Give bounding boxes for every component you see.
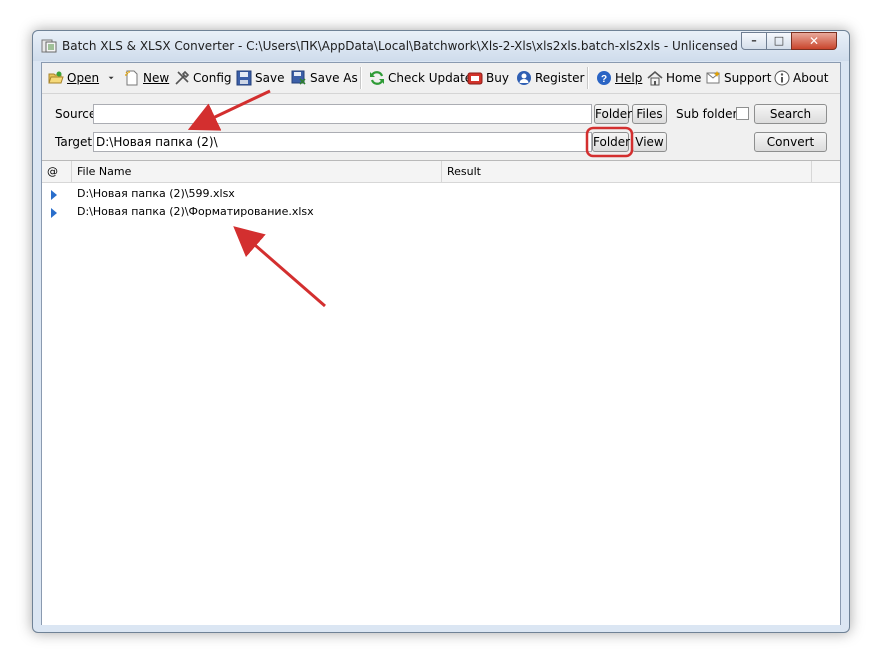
tools-icon xyxy=(175,70,190,85)
row-indicator-icon xyxy=(51,208,57,218)
options-panel: Source Folder Files Sub folders Search T… xyxy=(42,94,840,160)
toolbar-separator xyxy=(587,67,589,89)
help-icon: ? xyxy=(597,71,611,85)
window-title: Batch XLS & XLSX Converter - C:\Users\ПК… xyxy=(62,39,738,53)
save-as-button[interactable]: Save As xyxy=(291,69,358,87)
save-label: Save xyxy=(255,71,285,85)
config-label: Config xyxy=(193,71,232,85)
close-button[interactable]: ✕ xyxy=(791,32,837,50)
app-window: Batch XLS & XLSX Converter - C:\Users\ПК… xyxy=(32,30,850,633)
open-folder-icon xyxy=(48,71,64,84)
minimize-button[interactable]: – xyxy=(741,32,767,50)
row-indicator-icon xyxy=(51,190,57,200)
open-button[interactable]: Open xyxy=(48,69,99,87)
register-button[interactable]: Register xyxy=(516,69,584,87)
close-icon: ✕ xyxy=(808,34,820,48)
save-button[interactable]: Save xyxy=(236,69,284,87)
file-name-cell: D:\Новая папка (2)\599.xlsx xyxy=(77,187,235,200)
open-label: Open xyxy=(67,71,100,85)
user-icon xyxy=(517,71,531,85)
table-row[interactable]: D:\Новая папка (2)\Форматирование.xlsx xyxy=(42,204,840,222)
subfolders-checkbox[interactable] xyxy=(736,107,749,120)
new-button[interactable]: New xyxy=(124,69,169,87)
client-area: Open New Config Save Save As Check Updat… xyxy=(41,62,841,625)
convert-button[interactable]: Convert xyxy=(754,132,827,152)
column-header-result[interactable]: Result xyxy=(442,161,812,182)
info-icon xyxy=(774,70,790,86)
support-icon xyxy=(706,71,720,84)
save-as-label: Save As xyxy=(310,71,358,85)
file-list-header: @ File Name Result xyxy=(42,161,840,183)
source-folder-button[interactable]: Folder xyxy=(594,104,632,124)
title-bar[interactable]: Batch XLS & XLSX Converter - C:\Users\ПК… xyxy=(33,31,849,61)
help-label: Help xyxy=(615,71,643,85)
table-row[interactable]: D:\Новая папка (2)\599.xlsx xyxy=(42,186,840,204)
refresh-icon xyxy=(370,71,384,85)
maximize-button[interactable]: □ xyxy=(766,32,792,50)
buy-button[interactable]: Buy xyxy=(467,69,509,87)
svg-text:?: ? xyxy=(601,74,607,85)
target-folder-button[interactable]: Folder xyxy=(592,132,630,152)
target-input[interactable]: D:\Новая папка (2)\ xyxy=(93,132,592,152)
check-update-button[interactable]: Check Update xyxy=(369,69,472,87)
about-label: About xyxy=(793,71,829,85)
new-label: New xyxy=(143,71,170,85)
toolbar: Open New Config Save Save As Check Updat… xyxy=(42,63,840,94)
home-button[interactable]: Home xyxy=(647,69,701,87)
file-list[interactable]: @ File Name Result D:\Новая папка (2)\59… xyxy=(42,160,840,625)
home-label: Home xyxy=(666,71,702,85)
subfolders-label: Sub folders xyxy=(676,107,744,121)
check-update-label: Check Update xyxy=(388,71,473,85)
register-label: Register xyxy=(535,71,585,85)
toolbar-separator xyxy=(360,67,362,89)
app-icon xyxy=(41,39,57,53)
target-label: Target xyxy=(55,135,93,149)
buy-label: Buy xyxy=(486,71,509,85)
floppy-disk-as-icon xyxy=(291,70,306,85)
column-header-indicator[interactable]: @ xyxy=(42,161,72,182)
support-button[interactable]: Support xyxy=(705,69,771,87)
support-label: Support xyxy=(724,71,772,85)
file-name-cell: D:\Новая папка (2)\Форматирование.xlsx xyxy=(77,205,314,218)
floppy-disk-icon xyxy=(236,70,252,86)
source-label: Source xyxy=(55,107,97,121)
home-icon xyxy=(647,70,663,86)
source-files-button[interactable]: Files xyxy=(632,104,667,124)
minimize-icon: – xyxy=(751,34,757,47)
search-button[interactable]: Search xyxy=(754,104,827,124)
about-button[interactable]: About xyxy=(774,69,828,87)
open-dropdown-button[interactable] xyxy=(108,69,121,87)
source-input[interactable] xyxy=(93,104,592,124)
help-button[interactable]: ? Help xyxy=(596,69,642,87)
column-header-file-name[interactable]: File Name xyxy=(72,161,442,182)
dropdown-arrow-icon xyxy=(108,76,114,80)
config-button[interactable]: Config xyxy=(174,69,232,87)
target-view-button[interactable]: View xyxy=(632,132,667,152)
maximize-icon: □ xyxy=(773,34,785,47)
cart-icon xyxy=(467,72,483,85)
new-document-icon xyxy=(125,70,138,86)
